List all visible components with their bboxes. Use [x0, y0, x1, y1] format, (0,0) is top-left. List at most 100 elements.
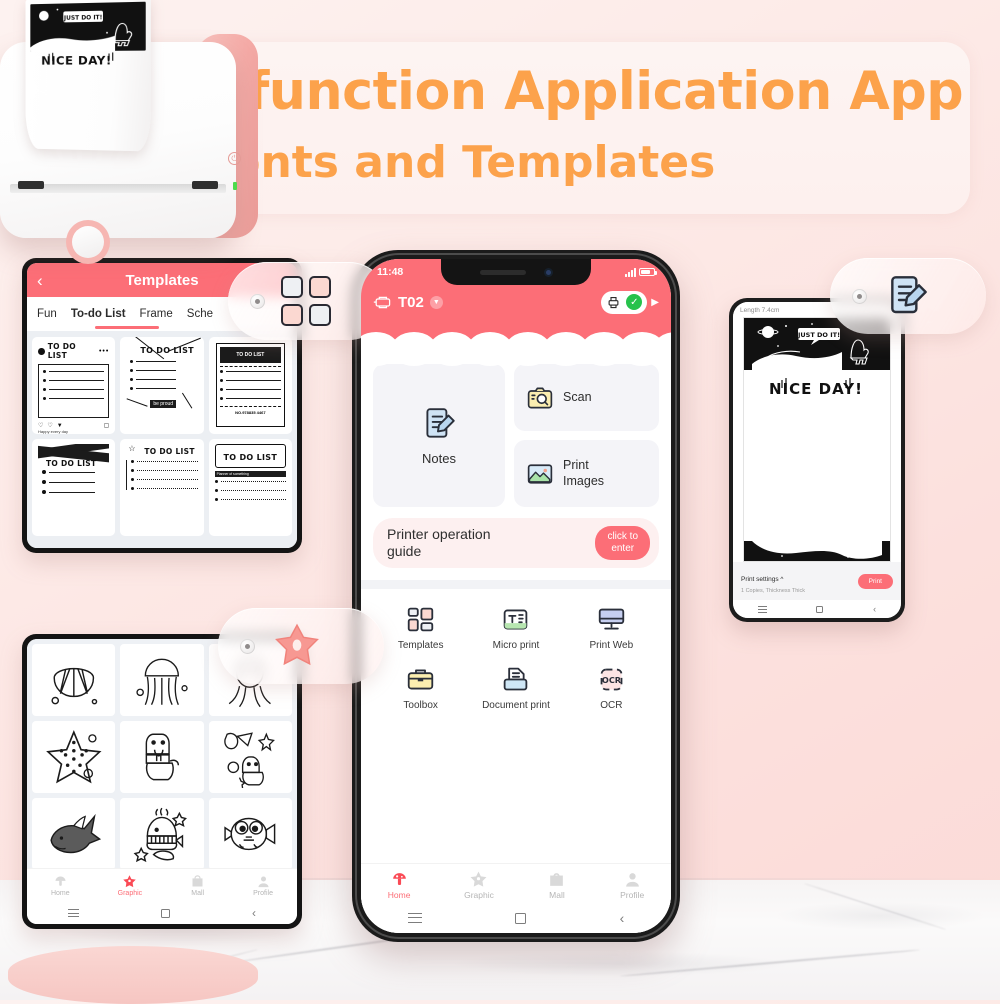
nav-profile[interactable]: Profile [620, 870, 644, 900]
nav-home[interactable]: Home [51, 874, 70, 897]
template-card[interactable]: TO DO LIST Planner of something [209, 439, 292, 536]
svg-text:OCR: OCR [602, 675, 622, 685]
feature-toolbox[interactable]: Toolbox [373, 665, 468, 711]
print-images-card[interactable]: Print Images [514, 440, 659, 507]
main-phone-app-home: 11:48 T02 ▼ ✓ ▶ Notes Scan Print Images … [352, 250, 680, 942]
toolbox-icon [406, 665, 435, 694]
shark-graphic [38, 803, 110, 865]
shell-graphic [38, 649, 110, 711]
scan-camera-icon [526, 384, 554, 412]
feature-ocr[interactable]: OCR OCR [564, 665, 659, 711]
print-settings-subtitle: 1 Copies, Thickness Thick [741, 588, 805, 594]
template-footer: Planner of something [217, 472, 249, 476]
nav-label: Home [388, 890, 411, 900]
nav-label: Home [51, 890, 70, 897]
template-title: TO DO LIST [144, 447, 194, 456]
system-navigation-bar[interactable]: ‹ [733, 600, 901, 618]
tab-frame[interactable]: Frame [140, 308, 173, 320]
template-card[interactable]: ☆ TO DO LIST [120, 439, 203, 536]
app-bottom-nav[interactable]: Home Graphic Mall Profile [27, 868, 297, 902]
micro-print-icon [501, 605, 530, 634]
app-bottom-nav[interactable]: Home Graphic Mall Profile [361, 863, 671, 903]
phone-notch [441, 259, 591, 285]
scan-card[interactable]: Scan [514, 364, 659, 431]
nav-label: Mall [549, 890, 565, 900]
tab-todo-list[interactable]: To-do List [71, 308, 126, 320]
front-camera [544, 268, 553, 277]
tab-fun[interactable]: Fun [37, 308, 57, 320]
back-icon[interactable]: ‹ [252, 906, 256, 920]
print-images-label: Print Images [563, 458, 604, 489]
person-icon [623, 870, 642, 889]
nav-home[interactable]: Home [388, 870, 411, 900]
seal-pair-graphic [214, 726, 286, 788]
chevron-down-icon[interactable]: ▼ [430, 296, 443, 309]
graphic-card[interactable] [32, 721, 115, 793]
menu-icon[interactable] [758, 606, 767, 613]
chevron-up-icon[interactable]: ^ [780, 576, 783, 583]
notes-badge [830, 258, 986, 334]
notes-label: Notes [422, 451, 456, 466]
graphic-card[interactable] [120, 644, 203, 716]
battery-icon [639, 268, 655, 276]
printer-pedestal [8, 946, 258, 1004]
menu-icon[interactable] [408, 913, 422, 923]
home-square-icon[interactable] [816, 606, 823, 613]
print-settings-bar[interactable]: Print settings ^ 1 Copies, Thickness Thi… [733, 562, 901, 600]
graphic-card[interactable] [32, 644, 115, 716]
system-navigation-bar[interactable]: ‹ [27, 902, 297, 924]
tab-schedule[interactable]: Sche [187, 308, 213, 320]
led-indicator [233, 182, 237, 190]
printer-power-button[interactable] [66, 220, 110, 264]
template-title: TO DO LIST [224, 453, 278, 462]
app-body: Notes Scan Print Images Printer operatio… [361, 354, 671, 863]
graphic-card[interactable] [209, 721, 292, 793]
whale-graphic [126, 803, 198, 865]
feature-label: Print Web [589, 640, 633, 651]
graphic-card[interactable] [120, 721, 203, 793]
template-title: TO DO LIST [48, 342, 96, 360]
nav-graphic[interactable]: Graphic [118, 874, 143, 897]
nav-label: Mall [191, 890, 204, 897]
template-card[interactable]: TO DO LIST NO.978835 4467 [209, 337, 292, 434]
template-title: TO DO LIST [140, 346, 194, 355]
menu-icon[interactable] [68, 909, 79, 917]
svg-text:JUST DO IT!: JUST DO IT! [797, 331, 840, 339]
notes-icon [883, 272, 931, 320]
printer-status-pill[interactable]: ✓ [601, 291, 647, 314]
notes-icon [420, 405, 458, 443]
preview-phone: Length 7.4cm JUST DO IT! NICE DAY! Print… [729, 298, 905, 622]
graphic-card[interactable] [209, 798, 292, 868]
image-icon [526, 460, 554, 488]
template-card[interactable]: TO DO LIST be proud [120, 337, 203, 434]
system-navigation-bar[interactable]: ‹ [361, 903, 671, 933]
active-tab-underline [95, 326, 159, 329]
home-square-icon[interactable] [515, 913, 526, 924]
mushroom-icon [53, 874, 68, 889]
nav-mall[interactable]: Mall [190, 874, 205, 897]
back-icon[interactable]: ‹ [873, 604, 876, 614]
back-icon[interactable]: ‹ [620, 910, 625, 926]
device-name: T02 [398, 294, 424, 311]
nav-profile[interactable]: Profile [253, 874, 273, 897]
feature-document-print[interactable]: Document print [468, 665, 563, 711]
feature-templates[interactable]: Templates [373, 605, 468, 651]
feature-print-web[interactable]: Print Web [564, 605, 659, 651]
nav-mall[interactable]: Mall [547, 870, 566, 900]
graphic-card[interactable] [120, 798, 203, 868]
monitor-icon [597, 605, 626, 634]
home-square-icon[interactable] [161, 909, 170, 918]
feature-micro-print[interactable]: Micro print [468, 605, 563, 651]
printer-guide-banner[interactable]: Printer operation guide click to enter [373, 518, 659, 568]
star-icon [271, 620, 323, 672]
notes-card[interactable]: Notes [373, 364, 505, 507]
template-card[interactable]: TO DO LIST ••• ♡ ♡ ▼ ▢ Happy every day [32, 337, 115, 434]
preview-artwork-bottom [744, 541, 890, 561]
preview-paper[interactable]: JUST DO IT! NICE DAY! [743, 317, 891, 562]
chevron-right-icon[interactable]: ▶ [651, 297, 659, 308]
click-to-enter-button[interactable]: click to enter [595, 526, 650, 560]
graphic-card[interactable] [32, 798, 115, 868]
nav-graphic[interactable]: Graphic [464, 870, 494, 900]
print-button[interactable]: Print [858, 574, 893, 589]
template-card[interactable]: TO DO LIST [32, 439, 115, 536]
